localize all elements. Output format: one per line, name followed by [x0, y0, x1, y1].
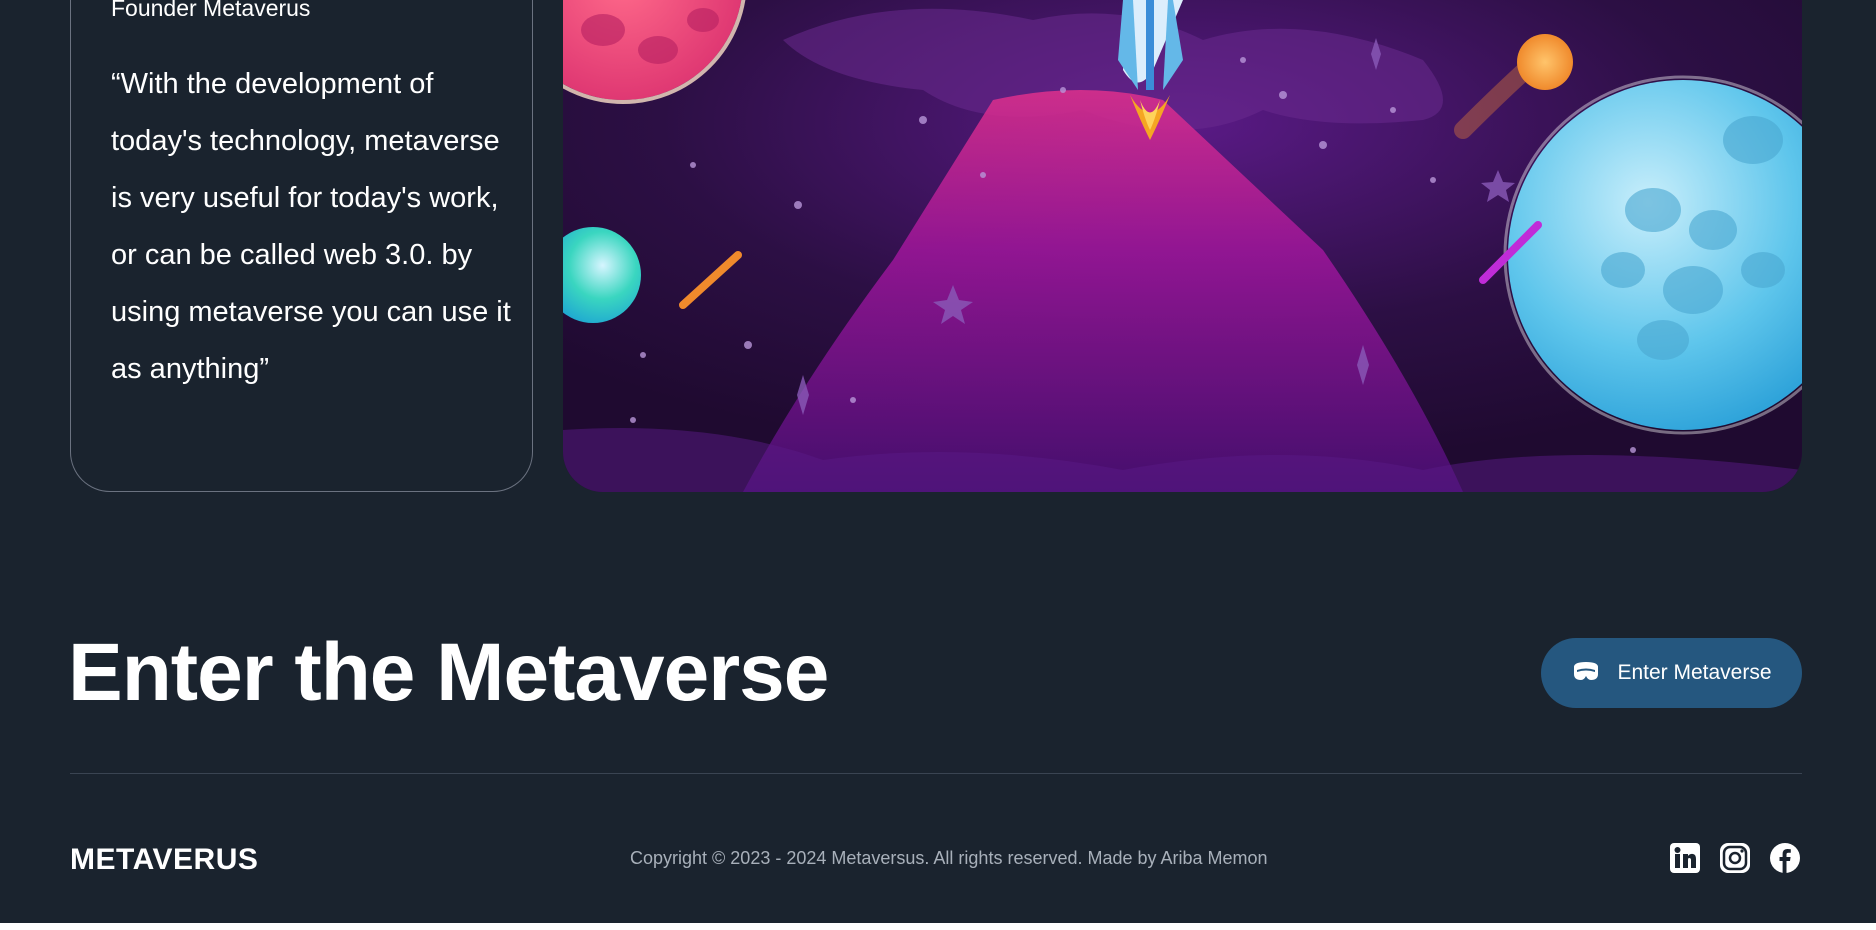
instagram-icon[interactable] [1720, 843, 1750, 873]
page-bottom-edge [0, 923, 1876, 930]
enter-metaverse-button[interactable]: Enter Metaverse [1541, 638, 1802, 708]
footer-copyright: Copyright © 2023 - 2024 Metaversus. All … [630, 848, 1268, 868]
cta-heading: Enter the Metaverse [68, 627, 829, 718]
space-illustration [563, 0, 1802, 492]
linkedin-icon[interactable] [1670, 843, 1700, 873]
vr-headset-icon [1571, 661, 1601, 686]
facebook-icon[interactable] [1770, 843, 1800, 873]
footer-divider [70, 773, 1802, 774]
footer-brand: METAVERUS [70, 843, 259, 876]
testimonial-quote: “With the development of today's technol… [111, 68, 511, 385]
enter-metaverse-label: Enter Metaverse [1617, 661, 1772, 684]
social-links [1670, 843, 1800, 873]
founder-role: Founder Metaverus [111, 0, 311, 21]
